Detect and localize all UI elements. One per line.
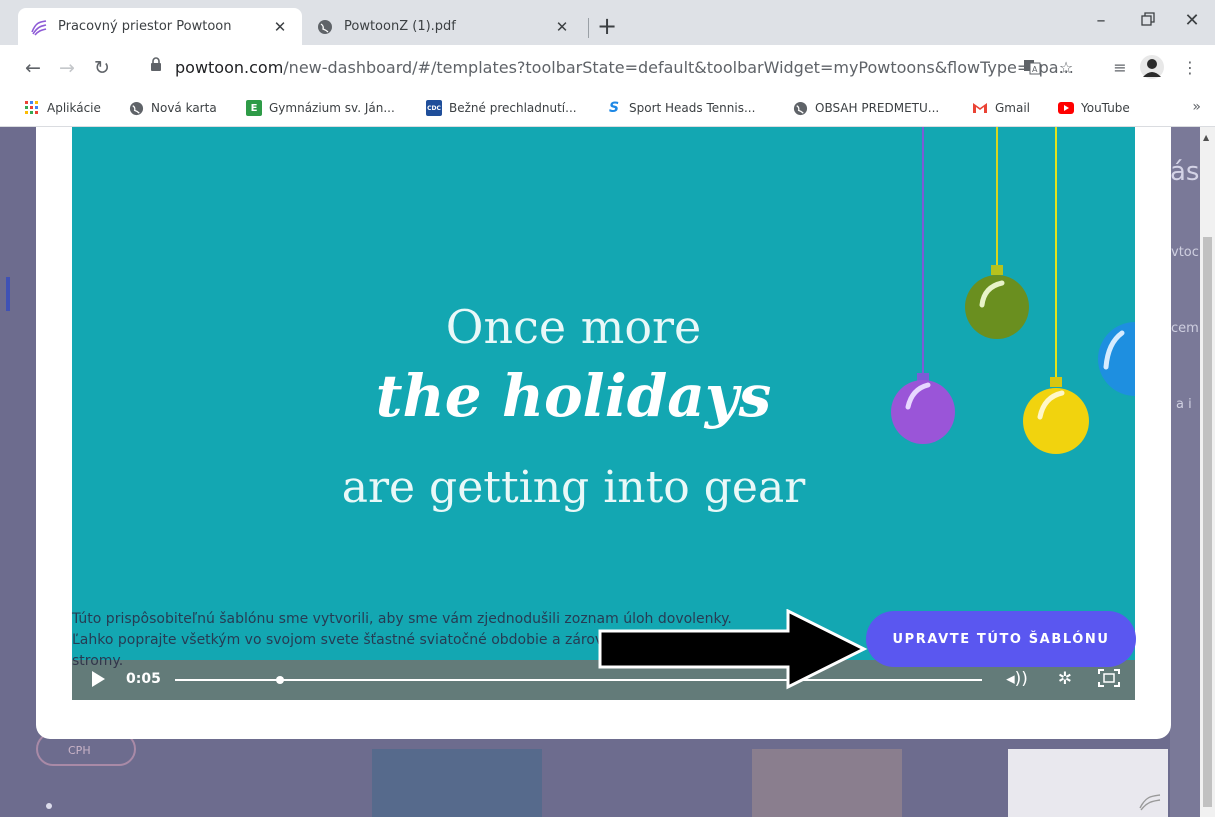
video-headline-line2: the holidays <box>375 362 772 430</box>
s-logo-icon: S <box>608 100 620 116</box>
background-bullet <box>46 803 52 809</box>
powtoon-logo-icon <box>30 18 48 36</box>
video-progress-knob[interactable] <box>275 676 284 684</box>
bookmark-obsah-predmetu[interactable]: OBSAH PREDMETU... <box>792 100 939 116</box>
bookmark-youtube[interactable]: YouTube <box>1058 100 1130 116</box>
back-button[interactable]: ← <box>22 57 44 79</box>
tab-powtoon-workspace[interactable]: Pracovný priestor Powtoon ✕ <box>18 8 302 45</box>
reload-button[interactable]: ↻ <box>91 57 113 79</box>
translate-icon[interactable]: A <box>1020 55 1044 79</box>
background-thumbnail <box>752 749 902 817</box>
scroll-up-icon[interactable]: ▲ <box>1203 133 1209 142</box>
bookmark-label: Gmail <box>995 101 1031 115</box>
bookmark-gymnazium[interactable]: E Gymnázium sv. Ján... <box>246 100 395 116</box>
url-path: /new-dashboard/#/templates?toolbarState=… <box>283 58 1074 77</box>
forward-button[interactable]: → <box>56 57 78 79</box>
bookmarks-overflow-button[interactable]: » <box>1192 99 1201 115</box>
minimize-icon[interactable]: – <box>1089 10 1113 31</box>
fullscreen-icon[interactable] <box>1096 669 1122 692</box>
bookmark-apps[interactable]: Aplikácie <box>24 100 101 116</box>
youtube-icon <box>1058 100 1074 116</box>
apps-grid-icon <box>24 100 40 116</box>
bookmark-sport-heads[interactable]: S Sport Heads Tennis... <box>606 100 755 116</box>
svg-text:A: A <box>1032 65 1038 74</box>
address-bar[interactable]: powtoon.com/new-dashboard/#/templates?to… <box>175 58 1074 77</box>
media-queue-icon[interactable]: ≡ <box>1108 55 1132 79</box>
video-time: 0:05 <box>126 671 161 687</box>
cdc-logo-icon: CDC <box>426 100 442 116</box>
powtoon-logo-icon <box>1138 792 1168 816</box>
edit-template-button[interactable]: UPRAVTE TÚTO ŠABLÓNU <box>866 611 1136 667</box>
restore-icon[interactable] <box>1136 10 1160 31</box>
new-tab-button[interactable]: + <box>595 14 619 38</box>
tab-separator <box>588 18 589 38</box>
globe-icon <box>316 18 334 36</box>
background-text-fragment: cem <box>1171 321 1199 336</box>
bookmarks-bar: Aplikácie Nová karta E Gymnázium sv. Ján… <box>0 91 1215 127</box>
background-text-fragment: vtoc <box>1171 245 1199 260</box>
video-headline-line3: are getting into gear <box>341 462 806 513</box>
globe-icon <box>792 100 808 116</box>
pill-label: CPH <box>68 744 91 757</box>
bookmark-label: Aplikácie <box>47 101 101 115</box>
settings-gear-icon[interactable]: ✲ <box>1052 669 1078 689</box>
close-icon[interactable]: ✕ <box>552 18 572 36</box>
bookmark-label: Gymnázium sv. Ján... <box>269 101 395 115</box>
e-logo-icon: E <box>246 100 262 116</box>
bookmark-gmail[interactable]: Gmail <box>972 100 1030 116</box>
bookmark-label: Sport Heads Tennis... <box>629 101 756 115</box>
annotation-arrow <box>598 609 868 690</box>
bookmark-label: YouTube <box>1081 101 1130 115</box>
play-icon[interactable] <box>92 671 105 687</box>
browser-menu-icon[interactable]: ⋮ <box>1178 55 1202 79</box>
gmail-icon <box>972 100 988 116</box>
lock-icon <box>150 56 162 74</box>
background-heading-fragment: ás <box>1170 157 1200 187</box>
background-text-fragment: a i <box>1176 397 1192 412</box>
bookmark-label: OBSAH PREDMETU... <box>815 101 940 115</box>
background-nav-indicator <box>6 277 10 311</box>
globe-icon <box>128 100 144 116</box>
scrollbar-thumb[interactable] <box>1203 237 1212 807</box>
close-icon[interactable]: ✕ <box>270 18 290 36</box>
profile-avatar[interactable] <box>1140 55 1164 79</box>
tab-title: PowtoonZ (1).pdf <box>344 19 456 34</box>
page-side-panel <box>1170 127 1200 817</box>
url-host: powtoon.com <box>175 58 284 77</box>
bookmark-nova-karta[interactable]: Nová karta <box>128 100 217 116</box>
bookmark-label: Bežné prechladnutí... <box>449 101 577 115</box>
volume-icon[interactable]: ◂)) <box>1004 669 1030 689</box>
video-headline-line1: Once more <box>445 300 702 354</box>
close-window-icon[interactable]: ✕ <box>1180 10 1204 31</box>
tab-powtoonz-pdf[interactable]: PowtoonZ (1).pdf ✕ <box>304 8 584 45</box>
tab-title: Pracovný priestor Powtoon <box>58 19 232 34</box>
browser-toolbar: ← → ↻ powtoon.com/new-dashboard/#/templa… <box>0 45 1215 91</box>
page-scrollbar[interactable]: ▲ <box>1200 127 1215 817</box>
tab-strip: Pracovný priestor Powtoon ✕ PowtoonZ (1)… <box>0 0 1215 45</box>
background-thumbnail <box>372 749 542 817</box>
bookmark-cdc[interactable]: CDC Bežné prechladnutí... <box>426 100 577 116</box>
bookmark-label: Nová karta <box>151 101 217 115</box>
bookmark-star-icon[interactable]: ☆ <box>1054 55 1078 79</box>
